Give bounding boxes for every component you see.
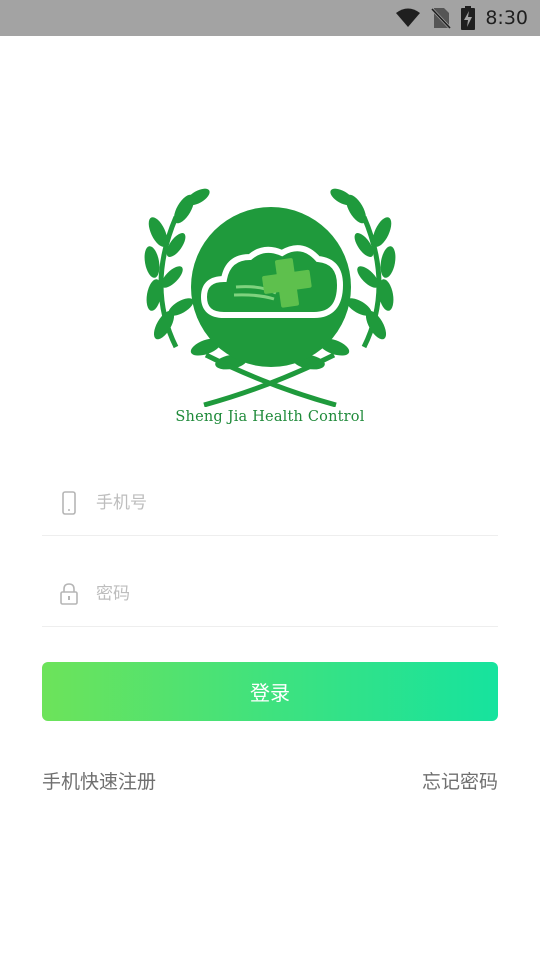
status-bar: 8:30	[0, 0, 540, 36]
app-logo: Sheng Jia Health Control	[136, 157, 404, 429]
phone-field[interactable]	[42, 471, 498, 536]
logo-caption: Sheng Jia Health Control	[175, 409, 365, 425]
password-input[interactable]	[96, 578, 476, 610]
no-sim-icon	[431, 7, 452, 29]
register-link[interactable]: 手机快速注册	[42, 767, 156, 794]
status-time: 8:30	[485, 7, 528, 29]
lock-icon	[60, 583, 78, 605]
logo-emblem	[144, 188, 396, 408]
forgot-password-link[interactable]: 忘记密码	[422, 767, 498, 794]
login-button[interactable]: 登录	[42, 662, 498, 721]
phone-input[interactable]	[96, 487, 476, 519]
phone-icon	[62, 491, 76, 515]
status-icons: 8:30	[395, 0, 528, 36]
wifi-icon	[396, 8, 421, 27]
battery-charging-icon	[461, 6, 476, 30]
password-field[interactable]	[42, 562, 498, 627]
